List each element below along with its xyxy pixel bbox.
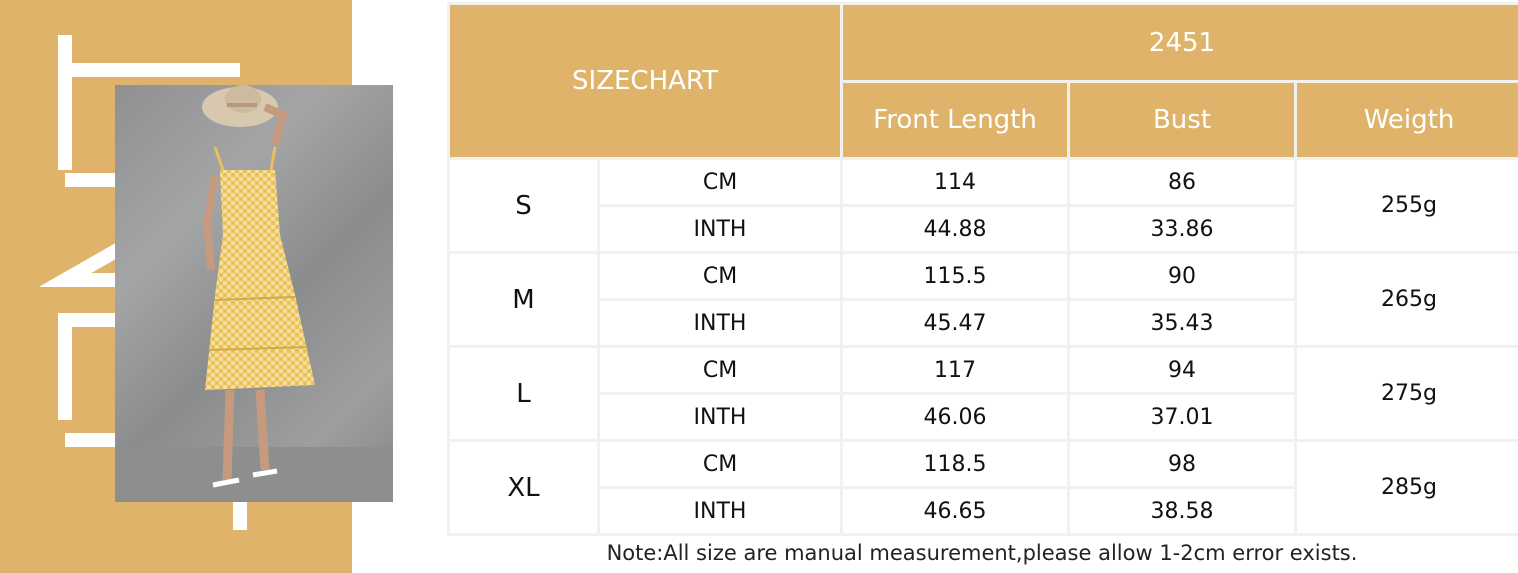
table-row: S CM 114 86 255g xyxy=(450,160,1518,251)
size-label: L xyxy=(450,348,597,439)
unit-label: CM xyxy=(600,348,840,392)
bust-value: 94 xyxy=(1070,348,1294,392)
measurement-note: Note:All size are manual measurement,ple… xyxy=(606,541,1358,565)
size-chart-table: SIZECHART 2451 Front Length Bust Weigth … xyxy=(447,2,1518,536)
model-in-dress-illustration xyxy=(115,85,393,502)
bust-value: 35.43 xyxy=(1070,301,1294,345)
bust-value: 37.01 xyxy=(1070,395,1294,439)
column-header-bust: Bust xyxy=(1070,83,1294,157)
bust-value: 86 xyxy=(1070,160,1294,204)
bust-value: 90 xyxy=(1070,254,1294,298)
table-row: XL CM 118.5 98 285g xyxy=(450,442,1518,533)
front-length-value: 46.06 xyxy=(843,395,1067,439)
unit-label: CM xyxy=(600,160,840,204)
bust-value: 98 xyxy=(1070,442,1294,486)
unit-label: INTH xyxy=(600,489,840,533)
front-length-value: 117 xyxy=(843,348,1067,392)
left-decor-panel xyxy=(0,0,393,573)
unit-label: INTH xyxy=(600,207,840,251)
size-label: XL xyxy=(450,442,597,533)
product-photo xyxy=(115,85,393,502)
front-length-value: 46.65 xyxy=(843,489,1067,533)
column-header-front-length: Front Length xyxy=(843,83,1067,157)
weight-value: 265g xyxy=(1297,254,1518,345)
front-length-value: 45.47 xyxy=(843,301,1067,345)
bust-value: 38.58 xyxy=(1070,489,1294,533)
unit-label: CM xyxy=(600,254,840,298)
table-row: L CM 117 94 275g xyxy=(450,348,1518,439)
size-label: S xyxy=(450,160,597,251)
weight-value: 255g xyxy=(1297,160,1518,251)
weight-value: 285g xyxy=(1297,442,1518,533)
size-label: M xyxy=(450,254,597,345)
table-row: M CM 115.5 90 265g xyxy=(450,254,1518,345)
front-length-value: 114 xyxy=(843,160,1067,204)
column-header-weight: Weigth xyxy=(1297,83,1518,157)
unit-label: INTH xyxy=(600,301,840,345)
model-number: 2451 xyxy=(843,5,1518,80)
front-length-value: 44.88 xyxy=(843,207,1067,251)
unit-label: CM xyxy=(600,442,840,486)
sizechart-title: SIZECHART xyxy=(450,5,840,157)
unit-label: INTH xyxy=(600,395,840,439)
front-length-value: 118.5 xyxy=(843,442,1067,486)
bust-value: 33.86 xyxy=(1070,207,1294,251)
weight-value: 275g xyxy=(1297,348,1518,439)
front-length-value: 115.5 xyxy=(843,254,1067,298)
